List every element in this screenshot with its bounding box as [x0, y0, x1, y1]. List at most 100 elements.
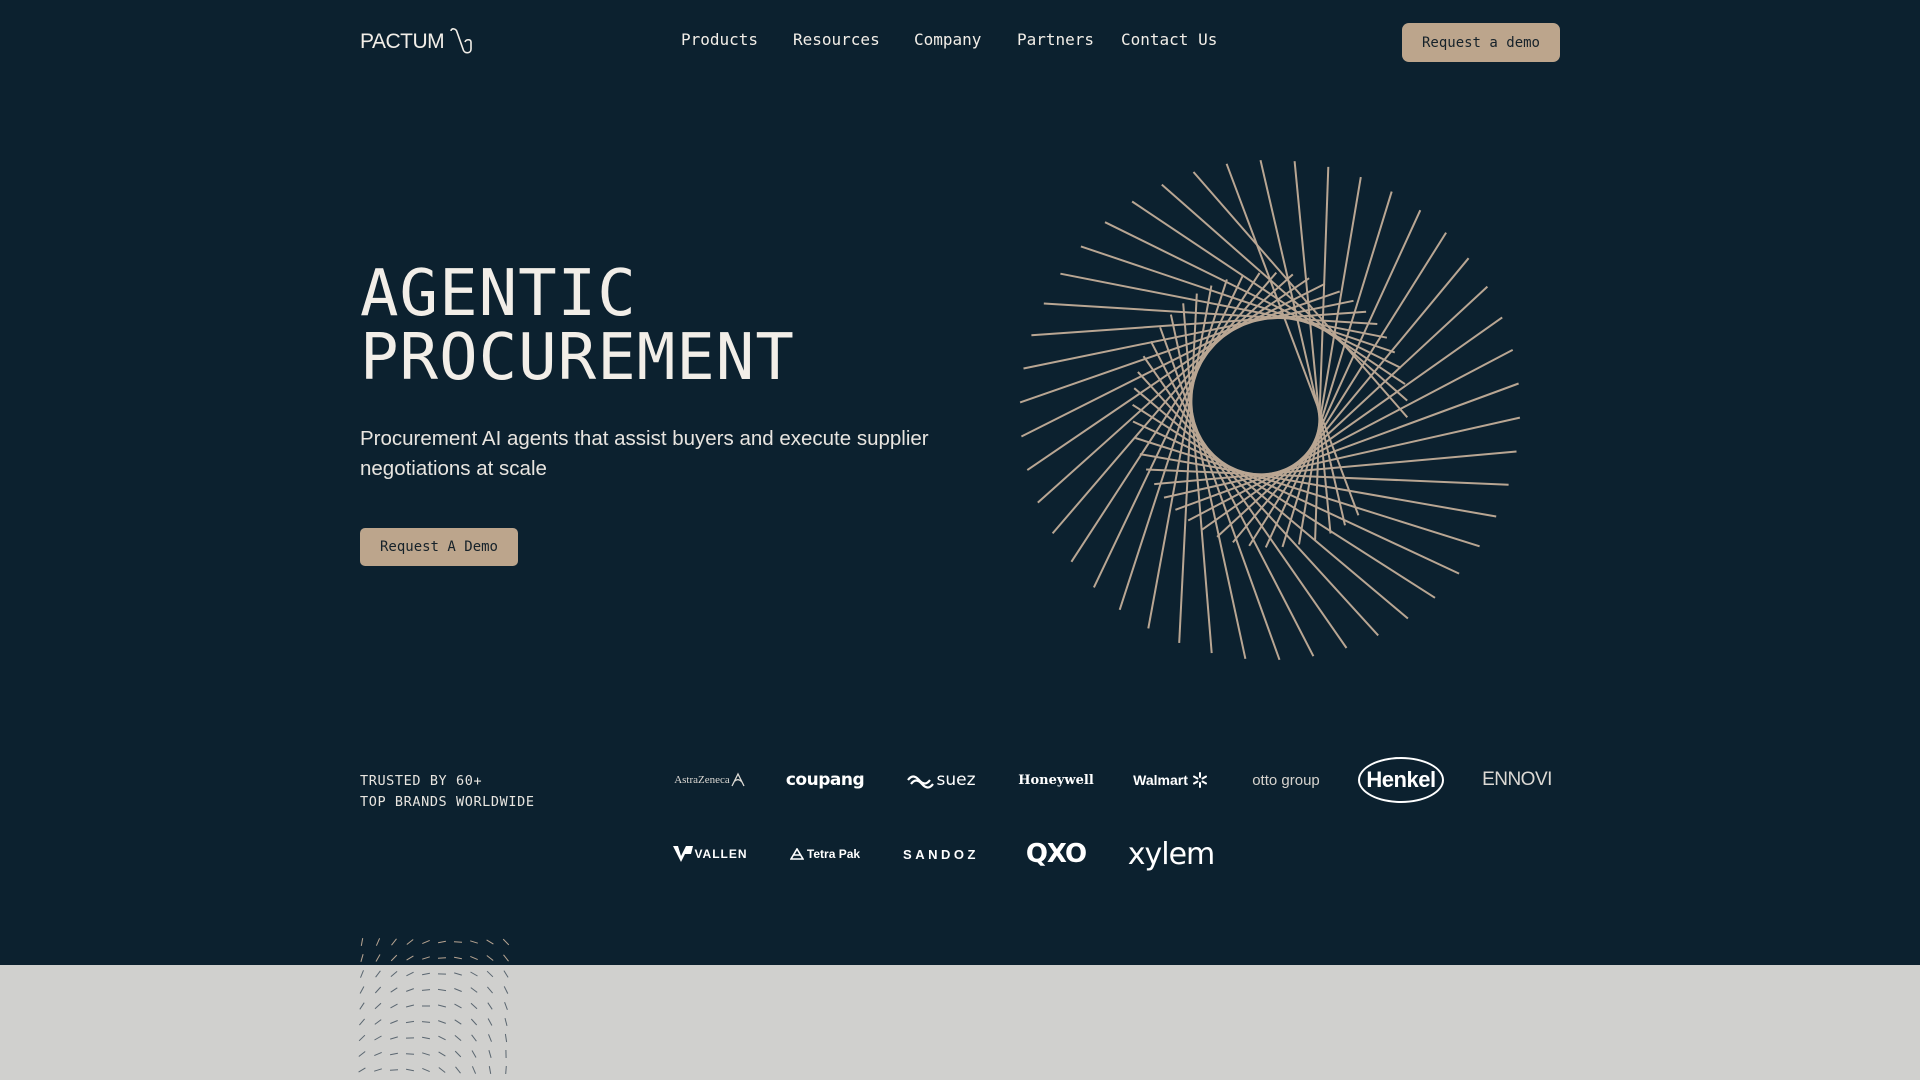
tick-mark [422, 1052, 430, 1056]
tick-mark [422, 956, 430, 960]
tick-mark [471, 1034, 477, 1042]
tick-mark [390, 987, 398, 993]
tick-mark [470, 987, 478, 993]
trusted-line-1: TRUSTED BY 60+ [360, 773, 483, 789]
tick-mark [437, 1004, 447, 1008]
nav-resources[interactable]: Resources [793, 30, 880, 49]
tick-mark [504, 1002, 508, 1010]
tick-mark [454, 1019, 462, 1025]
nav-company[interactable]: Company [914, 30, 981, 49]
tick-mark [455, 1066, 461, 1074]
tick-mark [454, 1050, 462, 1058]
tick-mark [454, 1003, 462, 1009]
tick-mark [504, 1033, 508, 1043]
tick-mark [437, 957, 447, 959]
nav-contact-us[interactable]: Contact Us [1121, 30, 1217, 49]
tick-mark [488, 1034, 492, 1042]
tick-mark [374, 1068, 382, 1072]
tick-mark [421, 1036, 431, 1040]
tick-mark [391, 938, 397, 946]
tick-mark [421, 972, 431, 976]
tick-mark [454, 988, 462, 992]
hero-section: PACTUM Products Resources Company Partne… [0, 0, 1920, 965]
walmart-spark-icon [1192, 772, 1207, 788]
tick-mark [360, 938, 364, 946]
astrazeneca-logo: AstraZeneca [655, 758, 765, 802]
trusted-by-label: TRUSTED BY 60+ TOP BRANDS WORLDWIDE [360, 771, 535, 813]
tick-mark [390, 1003, 398, 1009]
tick-mark [470, 971, 478, 977]
tick-mark [421, 1021, 431, 1023]
tick-mark [405, 1053, 415, 1055]
tick-mark [471, 1050, 477, 1058]
tick-mark [374, 1035, 382, 1041]
xylem-logo: xylem [1127, 836, 1216, 872]
tick-mark [406, 955, 414, 961]
qxo-logo: QXO [1025, 839, 1087, 869]
tick-mark [390, 954, 398, 962]
tetra-pak-logo: Tetra Pak [770, 832, 880, 876]
logo-text: PACTUM [360, 30, 445, 53]
tick-mark [487, 986, 493, 994]
tick-mark [488, 1050, 492, 1058]
tick-mark [503, 986, 509, 994]
tick-mark [486, 939, 494, 945]
tick-mark [470, 1018, 478, 1026]
tick-mark [487, 1018, 493, 1026]
pactum-logo[interactable]: PACTUM [360, 27, 476, 57]
spiral-line [1131, 200, 1406, 385]
tick-mark [437, 988, 447, 992]
tick-mark [505, 1065, 507, 1075]
tick-mark [374, 1051, 382, 1057]
hero-subtitle: Procurement AI agents that assist buyers… [360, 427, 929, 480]
ennovi-logo: ENNOVI [1482, 769, 1552, 790]
henkel-logo: Henkel [1346, 757, 1456, 803]
tick-mark [470, 955, 478, 961]
tick-mark [471, 1066, 477, 1074]
tick-mark [438, 1020, 446, 1024]
page-title: AGENTIC PROCUREMENT [360, 262, 795, 390]
tick-mark [454, 1035, 462, 1041]
tick-mark [454, 956, 462, 960]
tick-mark [359, 1002, 365, 1010]
spiral-line [1104, 221, 1402, 369]
tick-mark [503, 970, 509, 978]
tick-mark [358, 1051, 366, 1057]
decorative-tick-pattern [358, 938, 510, 1075]
tick-mark [503, 954, 509, 962]
request-demo-header-button[interactable]: Request a demo [1402, 23, 1560, 62]
nav-partners[interactable]: Partners [1017, 30, 1094, 49]
spiral-line-art [1019, 160, 1521, 661]
tetra-pak-mark-icon [789, 848, 804, 860]
nav-products[interactable]: Products [681, 30, 758, 49]
tick-mark [390, 971, 398, 977]
tick-mark [358, 1034, 366, 1042]
spiral-line [1070, 272, 1261, 563]
tick-mark [405, 1004, 415, 1008]
tick-mark [359, 986, 365, 994]
tick-mark [374, 986, 382, 994]
tick-mark [390, 1052, 398, 1056]
tick-mark [406, 971, 414, 977]
spiral-line [1080, 245, 1396, 354]
tick-mark [487, 1002, 493, 1010]
tick-mark [374, 1002, 382, 1010]
spiral-line [1146, 468, 1509, 486]
tick-mark [360, 970, 364, 978]
tick-mark [358, 1067, 366, 1073]
logo-mark-icon [450, 28, 472, 54]
tick-mark [438, 1051, 446, 1057]
request-demo-hero-button[interactable]: Request A Demo [360, 528, 518, 566]
tick-mark [488, 1066, 492, 1074]
tick-mark [470, 1002, 478, 1010]
suez-logo: suez [886, 758, 996, 802]
title-line-1: AGENTIC [360, 257, 637, 331]
tick-mark [406, 1068, 414, 1072]
tick-mark [389, 1069, 399, 1071]
tick-mark [422, 1067, 430, 1073]
tick-mark [504, 1017, 508, 1027]
tick-mark [390, 1036, 398, 1040]
tick-mark [375, 938, 381, 946]
tick-mark [406, 939, 414, 945]
tick-mark [374, 1019, 382, 1025]
